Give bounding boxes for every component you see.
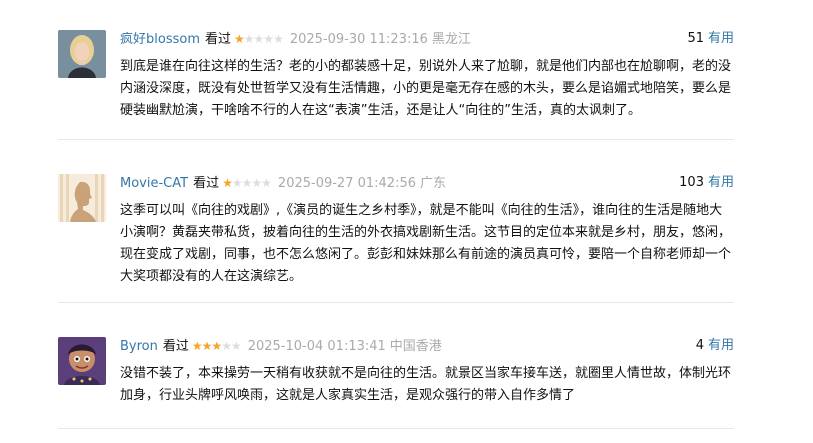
star-empty-icon: ★ xyxy=(261,176,272,190)
star-filled-icon: ★ xyxy=(191,339,203,353)
star-empty-icon: ★ xyxy=(243,32,255,46)
star-empty-icon: ★ xyxy=(273,32,284,46)
review-item: 疯好blossom 看过 ★★★★★ 2025-09-30 11:23:16 黑龙江 5… xyxy=(58,30,734,130)
divider xyxy=(58,428,734,429)
review-header: Movie-CAT 看过 ★★★★★ 2025-09-27 01:42:56 广东 10… xyxy=(120,174,734,192)
review-item: Byron 看过 ★★★★★ 2025-10-04 01:13:41 中国香港 4 有用 … xyxy=(58,337,734,427)
useful-button[interactable]: 有用 xyxy=(708,175,734,190)
watched-label: 看过 xyxy=(204,32,231,47)
review-time: 2025-09-27 01:42:56 xyxy=(277,176,416,191)
review-header: Byron 看过 ★★★★★ 2025-10-04 01:13:41 中国香港 4 有用 xyxy=(120,337,734,355)
useful-button[interactable]: 有用 xyxy=(708,338,734,353)
avatar[interactable] xyxy=(58,30,106,78)
review-location: 中国香港 xyxy=(389,339,442,354)
review-text: 这季可以叫《向往的戏剧》,《演员的诞生之乡村季》，就是不能叫《向往的生活》，谁向… xyxy=(120,203,732,284)
star-empty-icon: ★ xyxy=(231,176,243,190)
rating-stars: ★★★★★ xyxy=(191,337,242,355)
useful-vote: 103 有用 xyxy=(679,174,734,192)
review-location: 广东 xyxy=(420,176,447,191)
star-filled-icon: ★ xyxy=(211,339,222,353)
username-link[interactable]: Byron xyxy=(120,339,158,354)
star-empty-icon: ★ xyxy=(253,32,265,46)
useful-count: 4 xyxy=(695,338,704,353)
review-header: 疯好blossom 看过 ★★★★★ 2025-09-30 11:23:16 黑龙江 5… xyxy=(120,30,734,48)
review-text: 没错不装了，本来操劳一天稍有收获就不是向往的生活。就景区当家车接车送，就圈里人情… xyxy=(120,366,732,403)
username-link[interactable]: Movie-CAT xyxy=(120,176,188,191)
star-empty-icon: ★ xyxy=(263,32,274,46)
star-empty-icon: ★ xyxy=(241,176,253,190)
star-empty-icon: ★ xyxy=(230,339,242,353)
avatar[interactable] xyxy=(58,174,106,222)
useful-vote: 4 有用 xyxy=(696,337,734,355)
star-filled-icon: ★ xyxy=(201,339,213,353)
useful-button[interactable]: 有用 xyxy=(708,31,734,46)
review-time: 2025-10-04 01:13:41 xyxy=(247,339,386,354)
star-filled-icon: ★ xyxy=(234,32,245,46)
useful-count: 103 xyxy=(679,175,704,190)
watched-label: 看过 xyxy=(162,339,189,354)
review-item: Movie-CAT 看过 ★★★★★ 2025-09-27 01:42:56 广东 10… xyxy=(58,174,734,294)
useful-vote: 51 有用 xyxy=(687,30,734,48)
rating-stars: ★★★★★ xyxy=(222,174,272,192)
username-link[interactable]: 疯好blossom xyxy=(120,32,200,47)
review-time: 2025-09-30 11:23:16 xyxy=(289,32,428,47)
watched-label: 看过 xyxy=(193,176,220,191)
star-empty-icon: ★ xyxy=(221,339,232,353)
star-empty-icon: ★ xyxy=(251,176,262,190)
star-filled-icon: ★ xyxy=(222,176,233,190)
useful-count: 51 xyxy=(687,31,704,46)
avatar[interactable] xyxy=(58,337,106,385)
review-text: 到底是谁在向往这样的生活？老的小的都装感十足，别说外人来了尬聊，就是他们内部也在… xyxy=(120,59,732,118)
review-location: 黑龙江 xyxy=(431,32,471,47)
divider xyxy=(58,139,734,140)
rating-stars: ★★★★★ xyxy=(234,30,284,48)
divider xyxy=(58,302,734,303)
